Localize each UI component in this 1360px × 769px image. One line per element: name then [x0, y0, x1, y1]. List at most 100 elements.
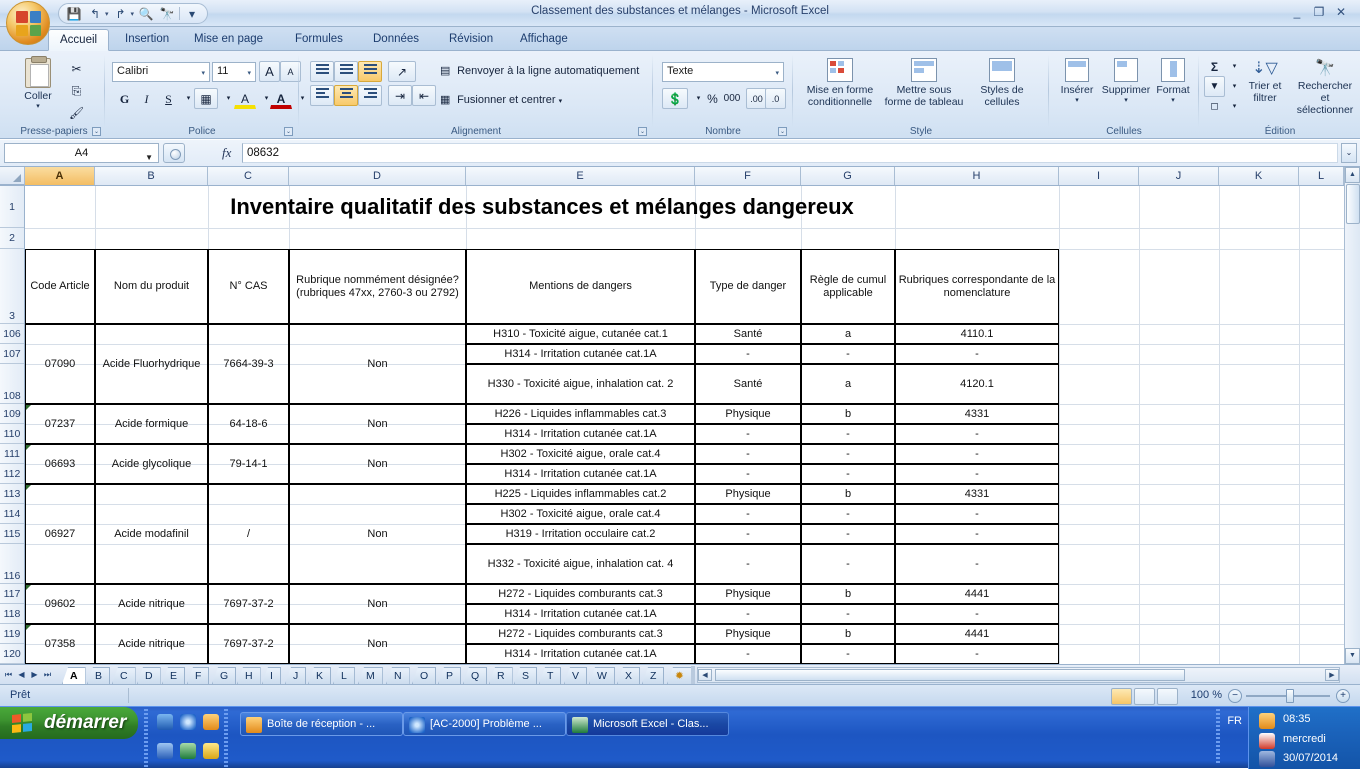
- cell-hazard-116[interactable]: H332 - Toxicité aigue, inhalation cat. 4: [466, 544, 695, 584]
- tray-antivirus-icon[interactable]: [1259, 733, 1275, 749]
- sheet-tab-P[interactable]: P: [438, 667, 461, 684]
- sheet-tab-K[interactable]: K: [308, 667, 331, 684]
- increase-indent-icon[interactable]: ⇤: [412, 85, 436, 106]
- zoom-in-icon[interactable]: +: [1336, 689, 1350, 703]
- align-middle-icon[interactable]: [334, 61, 358, 82]
- cell-type-119[interactable]: Physique: [695, 624, 801, 644]
- last-sheet-icon[interactable]: ⏭: [41, 668, 54, 682]
- header-mentions-de-dangers[interactable]: Mentions de dangers: [466, 249, 695, 324]
- cell-product-06693[interactable]: Acide glycolique: [95, 444, 208, 484]
- close-button[interactable]: ✕: [1334, 5, 1348, 19]
- column-header-H[interactable]: H: [895, 167, 1059, 185]
- cell-nomenclature-108[interactable]: 4120.1: [895, 364, 1059, 404]
- cell-nomenclature-118[interactable]: -: [895, 604, 1059, 624]
- vertical-scrollbar[interactable]: ▲ ▼: [1344, 167, 1360, 664]
- cell-code-07090[interactable]: 07090: [25, 324, 95, 404]
- cell-type-109[interactable]: Physique: [695, 404, 801, 424]
- cell-designated-07090[interactable]: Non: [289, 324, 466, 404]
- name-box[interactable]: A4 ▼: [4, 143, 159, 163]
- cell-rule-120[interactable]: -: [801, 644, 895, 664]
- tray-network-icon[interactable]: [1259, 751, 1275, 767]
- merge-center-button[interactable]: ▦ Fusionner et centrer ▾: [440, 93, 562, 106]
- row-header-116[interactable]: 116: [0, 544, 24, 584]
- sheet-tab-C[interactable]: C: [112, 667, 136, 684]
- cell-designated-07237[interactable]: Non: [289, 404, 466, 444]
- row-header-112[interactable]: 112: [0, 464, 24, 484]
- column-header-D[interactable]: D: [289, 167, 466, 185]
- cell-hazard-115[interactable]: H319 - Irritation occulaire cat.2: [466, 524, 695, 544]
- sheet-tab-O[interactable]: O: [412, 667, 436, 684]
- font-name-dropdown-icon[interactable]: ▾: [201, 69, 205, 77]
- internet-explorer-quicklaunch-icon[interactable]: [180, 714, 196, 730]
- cell-type-115[interactable]: -: [695, 524, 801, 544]
- horizontal-scroll-thumb[interactable]: [715, 669, 1185, 681]
- tab-revision[interactable]: Révision: [438, 29, 504, 51]
- underline-icon[interactable]: S: [158, 88, 179, 109]
- cell-hazard-112[interactable]: H314 - Irritation cutanée cat.1A: [466, 464, 695, 484]
- row-header-118[interactable]: 118: [0, 604, 24, 624]
- cell-product-07090[interactable]: Acide Fluorhydrique: [95, 324, 208, 404]
- cell-product-06927[interactable]: Acide modafinil: [95, 484, 208, 584]
- row-header-111[interactable]: 111: [0, 444, 24, 464]
- column-header-K[interactable]: K: [1219, 167, 1299, 185]
- taskbar-item-excel[interactable]: Microsoft Excel - Clas...: [566, 712, 729, 736]
- clipboard-dialog-launcher[interactable]: ⌄: [92, 127, 101, 136]
- cell-cas-07358[interactable]: 7697-37-2: [208, 624, 289, 664]
- header-rubrique-nommement-designee[interactable]: Rubrique nommément désignée? (rubriques …: [289, 249, 466, 324]
- row-header-113[interactable]: 113: [0, 484, 24, 504]
- cell-nomenclature-120[interactable]: -: [895, 644, 1059, 664]
- cell-code-07358[interactable]: 07358: [25, 624, 95, 664]
- sheet-tab-J[interactable]: J: [285, 667, 306, 684]
- expand-formula-bar-icon[interactable]: ⌄: [1341, 143, 1357, 163]
- first-sheet-icon[interactable]: ⏮: [2, 668, 15, 682]
- sheet-tab-H[interactable]: H: [237, 667, 261, 684]
- outlook-quicklaunch-icon[interactable]: [157, 714, 173, 730]
- cell-rule-116[interactable]: -: [801, 544, 895, 584]
- cell-type-116[interactable]: -: [695, 544, 801, 584]
- row-header-109[interactable]: 109: [0, 404, 24, 424]
- cell-code-07237[interactable]: 07237: [25, 404, 95, 444]
- italic-icon[interactable]: I: [136, 88, 157, 109]
- view-normal-icon[interactable]: [1111, 688, 1132, 705]
- column-header-B[interactable]: B: [95, 167, 208, 185]
- insert-worksheet-icon[interactable]: ✹: [667, 667, 692, 684]
- cell-hazard-118[interactable]: H314 - Irritation cutanée cat.1A: [466, 604, 695, 624]
- cell-hazard-117[interactable]: H272 - Liquides comburants cat.3: [466, 584, 695, 604]
- number-dialog-launcher[interactable]: ⌄: [778, 127, 787, 136]
- column-header-G[interactable]: G: [801, 167, 895, 185]
- cell-type-112[interactable]: -: [695, 464, 801, 484]
- formula-input[interactable]: 08632: [242, 143, 1338, 163]
- cell-nomenclature-109[interactable]: 4331: [895, 404, 1059, 424]
- row-header-117[interactable]: 117: [0, 584, 24, 604]
- grow-font-icon[interactable]: A: [259, 61, 280, 82]
- name-box-dropdown-icon[interactable]: ▼: [145, 149, 153, 167]
- cell-nomenclature-106[interactable]: 4110.1: [895, 324, 1059, 344]
- office-button[interactable]: [6, 1, 50, 45]
- cell-hazard-111[interactable]: H302 - Toxicité aigue, orale cat.4: [466, 444, 695, 464]
- cell-rule-111[interactable]: -: [801, 444, 895, 464]
- restore-button[interactable]: ❐: [1312, 5, 1326, 19]
- increase-decimal-icon[interactable]: .00: [746, 88, 767, 109]
- number-format-dropdown-icon[interactable]: ▾: [775, 69, 779, 77]
- sheet-tab-A[interactable]: A: [62, 667, 86, 684]
- cell-code-06693[interactable]: 06693: [25, 444, 95, 484]
- zoom-out-icon[interactable]: −: [1228, 689, 1242, 703]
- cell-code-09602[interactable]: 09602: [25, 584, 95, 624]
- insert-cells-button[interactable]: Insérer ▾: [1054, 58, 1100, 104]
- decrease-decimal-icon[interactable]: .0: [765, 88, 786, 109]
- format-painter-icon[interactable]: 🖌: [66, 102, 87, 123]
- align-left-icon[interactable]: [310, 85, 334, 106]
- format-cells-button[interactable]: Format ▾: [1152, 58, 1194, 104]
- zoom-level[interactable]: 100 %: [1191, 689, 1222, 701]
- header-n-cas[interactable]: N° CAS: [208, 249, 289, 324]
- tab-mise-en-page[interactable]: Mise en page: [183, 29, 274, 51]
- tab-split-handle[interactable]: [691, 666, 695, 684]
- font-size-dropdown-icon[interactable]: ▾: [247, 69, 251, 77]
- align-bottom-icon[interactable]: [358, 61, 382, 82]
- next-sheet-icon[interactable]: ▶: [28, 668, 41, 682]
- sheet-tab-W[interactable]: W: [589, 667, 615, 684]
- format-as-table-button[interactable]: Mettre sous forme de tableau: [882, 58, 966, 108]
- cell-hazard-113[interactable]: H225 - Liquides inflammables cat.2: [466, 484, 695, 504]
- taskbar-item-browser[interactable]: [AC-2000] Problème ...: [403, 712, 566, 736]
- font-size-input[interactable]: 11 ▾: [212, 62, 256, 82]
